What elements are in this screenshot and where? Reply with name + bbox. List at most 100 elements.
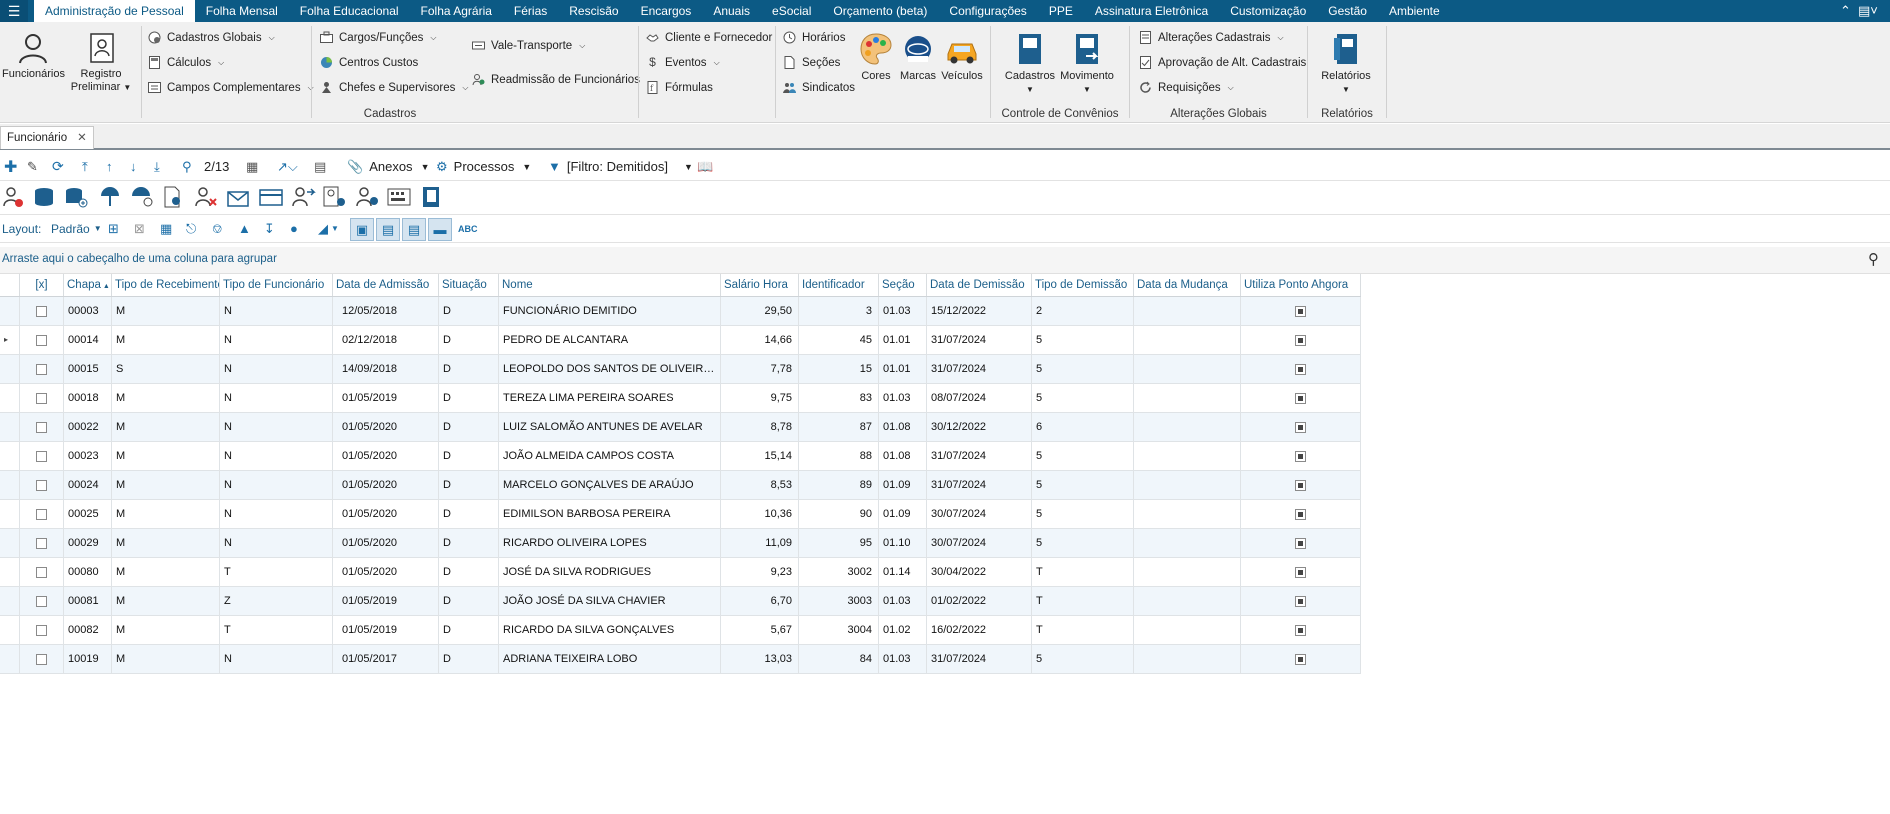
requisicoes-button[interactable]: Requisições ⌵ (1139, 81, 1234, 94)
person-remove-icon[interactable] (2, 186, 24, 208)
utiliza-ponto-checkbox[interactable] (1295, 450, 1306, 462)
group-by-panel[interactable]: Arraste aqui o cabeçalho de uma coluna p… (0, 247, 1890, 274)
page-icon[interactable]: ▤ (314, 153, 326, 180)
menu-tab-4[interactable]: Férias (503, 0, 558, 22)
layout-delete-icon[interactable]: ⊠ (134, 215, 145, 242)
last-record-icon[interactable]: ⤓ (154, 153, 160, 180)
refresh-icon[interactable]: ⟳ (52, 153, 64, 180)
table-row[interactable]: 00022 M N 01/05/2020 D LUIZ SALOMÃO ANTUNES D… (0, 413, 1361, 442)
menu-tab-12[interactable]: Assinatura Eletrônica (1084, 0, 1219, 22)
shapes-icon[interactable]: ● (290, 215, 298, 242)
layout-upload-icon[interactable]: ⎋ (186, 215, 196, 242)
column-header-0[interactable]: Chapa ▲ (64, 274, 112, 296)
row-select-checkbox[interactable] (36, 392, 47, 404)
menu-tab-0[interactable]: Administração de Pessoal (34, 0, 195, 22)
table-row[interactable]: 00023 M N 01/05/2020 D JOÃO ALMEIDA CAMPOS CO… (0, 442, 1361, 471)
aprovacao-button[interactable]: Aprovação de Alt. Cadastrais (1139, 56, 1306, 69)
table-row[interactable]: 00018 M N 01/05/2019 D TEREZA LIMA PEREIRA SO… (0, 384, 1361, 413)
doc-tab-funcionario[interactable]: Funcionário ✕ (0, 126, 94, 149)
menu-tab-9[interactable]: Orçamento (beta) (822, 0, 938, 22)
pin-vertical-icon[interactable]: ↧ (264, 215, 275, 242)
table-row[interactable]: ▸ 00014 M N 02/12/2018 D PEDRO DE ALCANTARA 14,… (0, 326, 1361, 355)
table-row[interactable]: 00025 M N 01/05/2020 D EDIMILSON BARBOSA PERE… (0, 500, 1361, 529)
menu-tab-5[interactable]: Rescisão (558, 0, 629, 22)
utiliza-ponto-checkbox[interactable] (1295, 363, 1306, 375)
utiliza-ponto-checkbox[interactable] (1295, 624, 1306, 636)
marcas-button[interactable]: Marcas (898, 32, 938, 83)
menu-tab-11[interactable]: PPE (1038, 0, 1084, 22)
column-header-1[interactable]: Tipo de Recebimento (112, 274, 220, 296)
cliente-fornecedor-button[interactable]: Cliente e Fornecedor (646, 31, 772, 44)
edit-icon[interactable]: ✎ (27, 153, 38, 180)
search-icon[interactable]: ⚲ (1868, 250, 1879, 268)
people-add-icon[interactable] (356, 186, 380, 208)
pin-icon[interactable]: ▲ (238, 215, 251, 242)
utiliza-ponto-checkbox[interactable] (1295, 392, 1306, 404)
menu-tab-2[interactable]: Folha Educacional (289, 0, 410, 22)
movimento-button[interactable]: Movimento ▼ (1056, 32, 1118, 96)
utiliza-ponto-checkbox[interactable] (1295, 334, 1306, 346)
menu-tab-1[interactable]: Folha Mensal (195, 0, 289, 22)
envelope-icon[interactable] (226, 186, 250, 208)
row-select-checkbox[interactable] (36, 624, 47, 636)
registro-preliminar-button[interactable]: Registro Preliminar ▼ (66, 32, 136, 94)
menu-tab-15[interactable]: Ambiente (1378, 0, 1451, 22)
cores-button[interactable]: Cores (855, 32, 897, 83)
filter-button[interactable]: ▼ [Filtro: Demitidos] ▼ (548, 153, 693, 180)
utiliza-ponto-checkbox[interactable] (1295, 508, 1306, 520)
menu-tab-8[interactable]: eSocial (761, 0, 822, 22)
next-record-icon[interactable]: ↓ (130, 153, 137, 180)
grid-view-icon[interactable]: ▦ (246, 153, 258, 180)
view-toggle-2-icon[interactable]: ▤ (376, 218, 400, 241)
alteracoes-cadastrais-button[interactable]: Alterações Cadastrais ⌵ (1139, 31, 1284, 44)
utiliza-ponto-checkbox[interactable] (1295, 595, 1306, 607)
vale-transporte-button[interactable]: Vale-Transporte ⌵ (472, 39, 585, 52)
sindicatos-button[interactable]: Sindicatos (783, 81, 855, 94)
funcionarios-button[interactable]: Funcionários (2, 32, 65, 81)
chefes-supervisores-button[interactable]: Chefes e Supervisores ⌵ (320, 81, 468, 94)
view-toggle-4-icon[interactable]: ▬ (428, 218, 452, 241)
search-record-icon[interactable]: ⚲ (182, 153, 192, 180)
app-menu-icon[interactable]: ☰ (0, 0, 28, 22)
book-open-icon[interactable] (420, 186, 442, 208)
umbrella-person-icon[interactable] (130, 186, 154, 208)
cadastros-globais-button[interactable]: Cadastros Globais ⌵ (148, 31, 275, 44)
readmissao-button[interactable]: Readmissão de Funcionários (472, 73, 640, 86)
column-header-4[interactable]: Situação (439, 274, 499, 296)
table-row[interactable]: 00082 M T 01/05/2019 D RICARDO DA SILVA GONÇA… (0, 616, 1361, 645)
column-header-11[interactable]: Data da Mudança (1134, 274, 1241, 296)
database-add-icon[interactable] (64, 186, 88, 208)
campos-complementares-button[interactable]: Campos Complementares⌵ (148, 81, 314, 94)
card-icon[interactable] (258, 186, 284, 208)
row-select-checkbox[interactable] (36, 508, 47, 520)
veiculos-button[interactable]: Veículos (940, 32, 984, 83)
row-select-checkbox[interactable] (36, 537, 47, 549)
book-icon[interactable]: 📖 (697, 153, 713, 180)
first-record-icon[interactable]: ⤒ (82, 153, 88, 180)
utiliza-ponto-checkbox[interactable] (1295, 421, 1306, 433)
column-header-6[interactable]: Salário Hora (721, 274, 799, 296)
column-header-12[interactable]: Utiliza Ponto Ahgora (1241, 274, 1361, 296)
anexos-button[interactable]: 📎 Anexos ▼ (347, 153, 429, 180)
select-all-header[interactable]: [x] (20, 274, 64, 296)
row-select-checkbox[interactable] (36, 305, 47, 317)
secoes-button[interactable]: Seções (783, 56, 840, 69)
row-select-checkbox[interactable] (36, 566, 47, 578)
menu-tab-3[interactable]: Folha Agrária (410, 0, 503, 22)
row-select-checkbox[interactable] (36, 595, 47, 607)
column-header-7[interactable]: Identificador (799, 274, 879, 296)
person-transfer-icon[interactable] (292, 186, 316, 208)
view-toggle-1-icon[interactable]: ▣ (350, 218, 374, 241)
utiliza-ponto-checkbox[interactable] (1295, 479, 1306, 491)
utiliza-ponto-checkbox[interactable] (1295, 305, 1306, 317)
column-header-3[interactable]: Data de Admissão (333, 274, 439, 296)
cadastros-convenios-button[interactable]: Cadastros ▼ (998, 32, 1062, 96)
menu-tab-10[interactable]: Configurações (938, 0, 1037, 22)
add-icon[interactable]: ✚ (4, 153, 17, 180)
table-row[interactable]: 10019 M N 01/05/2017 D ADRIANA TEIXEIRA LOBO 1… (0, 645, 1361, 674)
utiliza-ponto-checkbox[interactable] (1295, 653, 1306, 665)
calculos-button[interactable]: Cálculos ⌵ (148, 56, 224, 69)
close-icon[interactable]: ✕ (77, 132, 87, 144)
menu-tab-6[interactable]: Encargos (630, 0, 703, 22)
column-header-5[interactable]: Nome (499, 274, 721, 296)
